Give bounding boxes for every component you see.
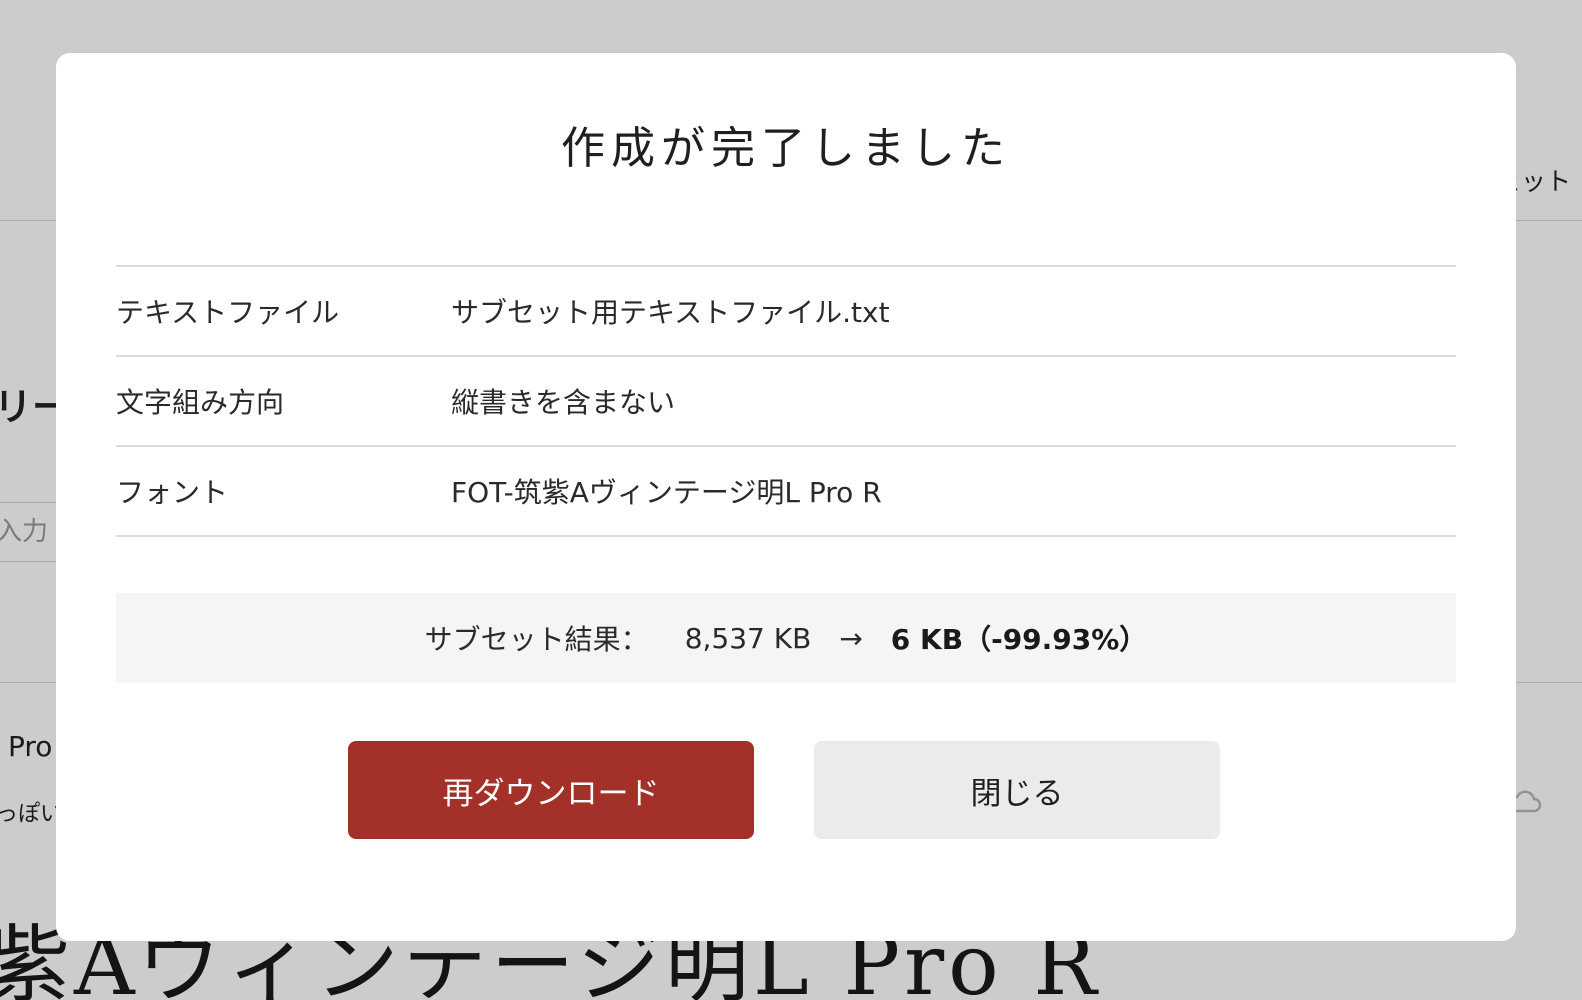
dialog-title: 作成が完了しました <box>561 123 1011 174</box>
info-row-font: フォント FOT-筑紫Aヴィンテージ明L Pro R <box>116 447 1456 537</box>
result-label: サブセット結果： <box>424 623 649 656</box>
info-label: フォント <box>116 476 229 509</box>
result-subset-size: 6 KB（-99.93%） <box>890 623 1148 656</box>
info-value: 縦書きを含まない <box>451 386 676 419</box>
close-button[interactable]: 閉じる <box>814 741 1220 839</box>
info-row-writing-direction: 文字組み方向 縦書きを含まない <box>116 357 1456 447</box>
info-label: テキストファイル <box>116 296 340 329</box>
info-table: テキストファイル サブセット用テキストファイル.txt 文字組み方向 縦書きを含… <box>116 265 1456 537</box>
info-row-text-file: テキストファイル サブセット用テキストファイル.txt <box>116 267 1456 357</box>
page: ェット リー 入力 Pro っぽい 紫Aヴィンテージ明L Pro R 作成が完了… <box>0 0 1582 1000</box>
redownload-button[interactable]: 再ダウンロード <box>348 741 754 839</box>
result-original-size: 8,537 KB <box>684 621 812 655</box>
subset-result: サブセット結果： 8,537 KB → 6 KB（-99.93%） <box>116 593 1456 683</box>
info-label: 文字組み方向 <box>116 386 285 419</box>
info-value: FOT-筑紫Aヴィンテージ明L Pro R <box>451 476 882 509</box>
arrow-right-icon: → <box>839 621 863 655</box>
completion-dialog: 作成が完了しました テキストファイル サブセット用テキストファイル.txt 文字… <box>56 53 1516 941</box>
info-value: サブセット用テキストファイル.txt <box>451 296 890 329</box>
